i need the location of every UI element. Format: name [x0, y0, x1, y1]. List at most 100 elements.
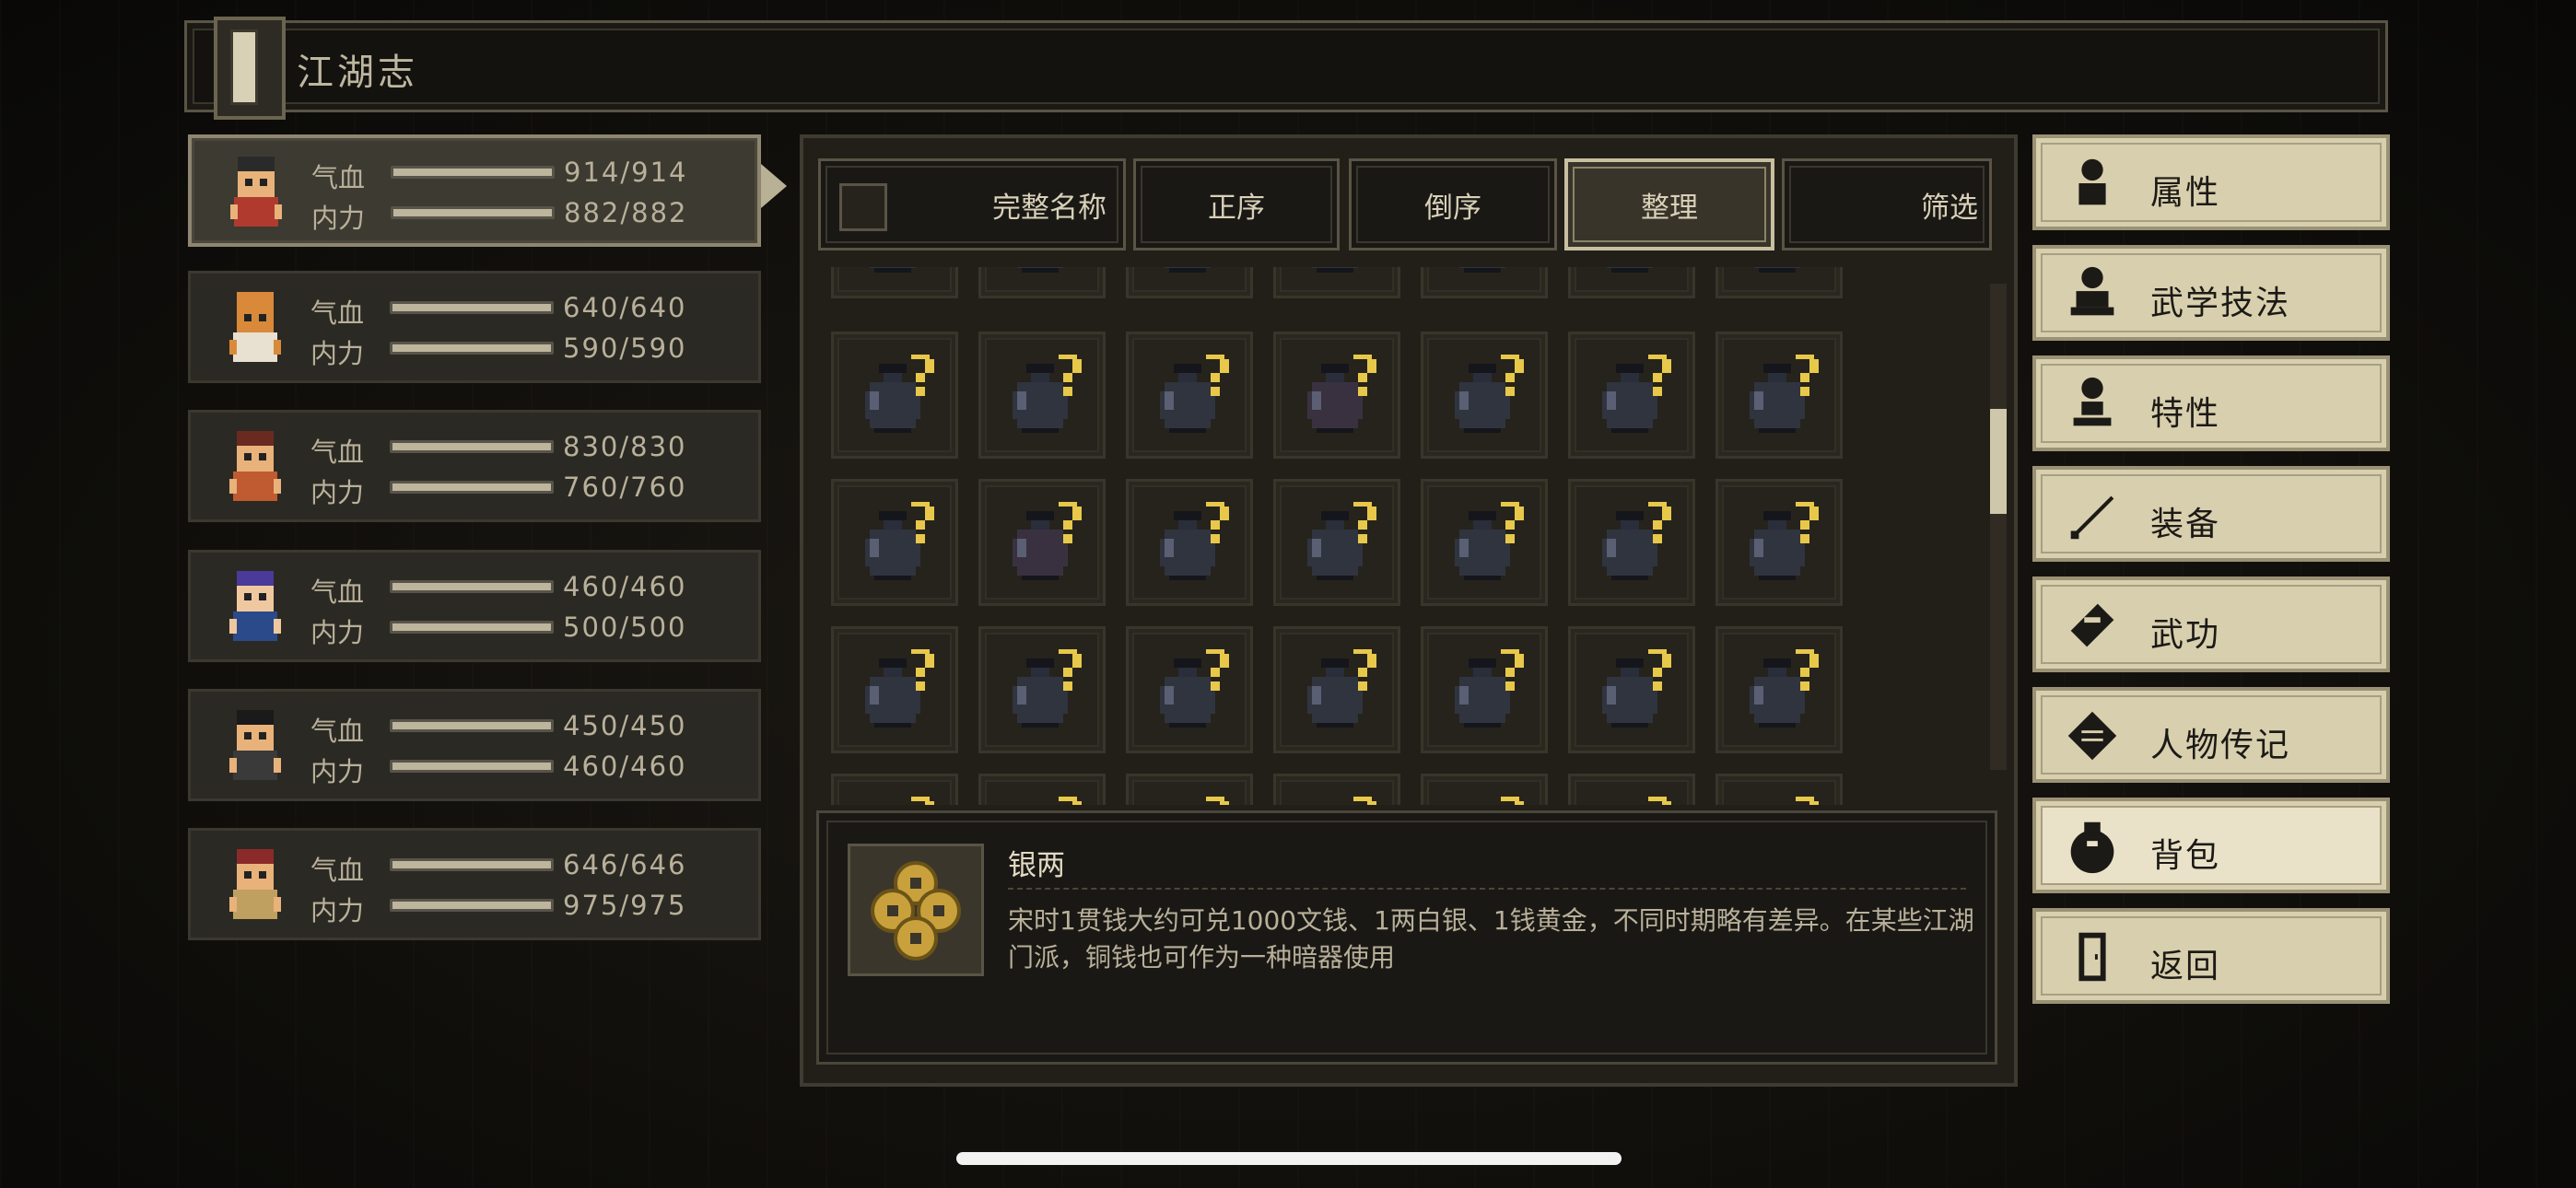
menu-button-bag[interactable]: 背包: [2032, 798, 2390, 893]
unknown-jar-icon: [1160, 355, 1229, 433]
inventory-slot[interactable]: [978, 774, 1106, 805]
mp-label: 内力: [310, 895, 365, 926]
hp-bar: [390, 719, 554, 732]
full-name-label: 完整名称: [992, 191, 1107, 225]
hp-bar: [390, 858, 554, 871]
menu-label: 装备: [2150, 506, 2221, 543]
inventory-slot[interactable]: [831, 479, 958, 606]
hp-value: 646/646: [563, 849, 687, 880]
inventory-slot[interactable]: [978, 479, 1106, 606]
inventory-slot[interactable]: [978, 626, 1106, 753]
inventory-scrollbar[interactable]: [1990, 284, 2007, 770]
mp-value: 500/500: [563, 611, 687, 643]
inventory-slot[interactable]: [1126, 626, 1253, 753]
inventory-slot[interactable]: [1568, 774, 1695, 805]
character-portrait-icon: [229, 431, 281, 501]
inventory-slot[interactable]: [1421, 626, 1548, 753]
inventory-slot[interactable]: [1126, 267, 1253, 298]
inventory-slot[interactable]: [1126, 774, 1253, 805]
menu-button-door[interactable]: 返回: [2032, 908, 2390, 1004]
hp-label: 气血: [310, 577, 365, 608]
inventory-slot[interactable]: [978, 332, 1106, 459]
hp-label: 气血: [310, 716, 365, 747]
person-icon: [2078, 158, 2106, 205]
menu-button-meditate[interactable]: 武学技法: [2032, 245, 2390, 341]
inventory-scroll-thumb[interactable]: [1990, 409, 2007, 514]
inventory-slot[interactable]: [1715, 267, 1843, 298]
inventory-slot[interactable]: [1568, 332, 1695, 459]
party-member-card[interactable]: 气血 646/646 内力 975/975: [188, 828, 761, 940]
inventory-slot[interactable]: [1715, 626, 1843, 753]
filter-button[interactable]: 筛选: [1782, 158, 1992, 250]
inventory-slot[interactable]: [1273, 267, 1400, 298]
door-icon: [2078, 932, 2106, 982]
menu-button-book[interactable]: 人物传记: [2032, 687, 2390, 783]
inventory-slot[interactable]: [1568, 479, 1695, 606]
unknown-jar-icon: [1459, 267, 1505, 273]
hp-value: 450/450: [563, 710, 687, 741]
organize-button[interactable]: 整理: [1564, 158, 1774, 250]
home-indicator[interactable]: [956, 1152, 1622, 1165]
unknown-jar-icon: [1501, 797, 1524, 805]
inventory-slot[interactable]: [1421, 774, 1548, 805]
inventory-slot[interactable]: [1568, 626, 1695, 753]
sort-ascending-button[interactable]: 正序: [1133, 158, 1340, 250]
hp-label: 气血: [310, 855, 365, 886]
hp-value: 830/830: [563, 431, 687, 462]
unknown-jar-icon: [1602, 502, 1671, 580]
inventory-slot[interactable]: [1421, 267, 1548, 298]
unknown-jar-icon: [1455, 649, 1524, 728]
item-name: 银两: [1008, 849, 1065, 882]
inventory-slot[interactable]: [1126, 479, 1253, 606]
inventory-slot[interactable]: [831, 626, 958, 753]
unknown-jar-icon: [1750, 649, 1819, 728]
inventory-slot[interactable]: [1273, 332, 1400, 459]
unknown-jar-icon: [1602, 355, 1671, 433]
unknown-jar-icon: [1160, 502, 1229, 580]
unknown-jar-icon: [1750, 355, 1819, 433]
unknown-jar-icon: [1206, 797, 1229, 805]
sort-descending-button[interactable]: 倒序: [1349, 158, 1557, 250]
inventory-slot[interactable]: [1126, 332, 1253, 459]
inventory-slot[interactable]: [978, 267, 1106, 298]
party-member-card[interactable]: 气血 450/450 内力 460/460: [188, 689, 761, 801]
inventory-slot[interactable]: [1273, 479, 1400, 606]
party-member-card[interactable]: 气血 830/830 内力 760/760: [188, 410, 761, 522]
inventory-slot[interactable]: [1715, 332, 1843, 459]
unknown-jar-icon: [1648, 797, 1671, 805]
inventory-slot[interactable]: [831, 774, 958, 805]
menu-button-trait[interactable]: 特性: [2032, 355, 2390, 451]
menu-button-scroll[interactable]: 武功: [2032, 577, 2390, 672]
hp-value: 640/640: [563, 292, 687, 323]
inventory-slot[interactable]: [1273, 626, 1400, 753]
party-member-card[interactable]: 气血 460/460 内力 500/500: [188, 550, 761, 662]
menu-button-person[interactable]: 属性: [2032, 134, 2390, 230]
hp-value: 914/914: [564, 157, 688, 188]
unknown-jar-icon: [865, 649, 934, 728]
full-name-checkbox[interactable]: [839, 183, 887, 231]
inventory-slot[interactable]: [831, 267, 958, 298]
mp-bar: [390, 621, 554, 634]
unknown-jar-icon: [1602, 649, 1671, 728]
inventory-slot[interactable]: [1273, 774, 1400, 805]
menu-button-sword[interactable]: 装备: [2032, 466, 2390, 562]
inventory-slot[interactable]: [1421, 479, 1548, 606]
mp-value: 760/760: [563, 472, 687, 503]
mp-bar: [390, 899, 554, 912]
bag-icon: [2070, 821, 2114, 874]
unknown-jar-icon: [1307, 502, 1376, 580]
party-member-card[interactable]: 气血 914/914 内力 882/882: [188, 134, 761, 247]
inventory-slot[interactable]: [1715, 774, 1843, 805]
hp-bar: [390, 301, 554, 314]
unknown-jar-icon: [1754, 267, 1800, 273]
inventory-slot[interactable]: [1421, 332, 1548, 459]
inventory-slot[interactable]: [831, 332, 958, 459]
full-name-toggle[interactable]: 完整名称: [818, 158, 1126, 250]
character-portrait-icon: [229, 849, 281, 919]
unknown-jar-icon: [1013, 649, 1082, 728]
inventory-slot[interactable]: [1715, 479, 1843, 606]
party-member-card[interactable]: 气血 640/640 内力 590/590: [188, 271, 761, 383]
menu-label: 属性: [2150, 174, 2221, 212]
inventory-slot[interactable]: [1568, 267, 1695, 298]
menu-label: 返回: [2150, 948, 2221, 985]
